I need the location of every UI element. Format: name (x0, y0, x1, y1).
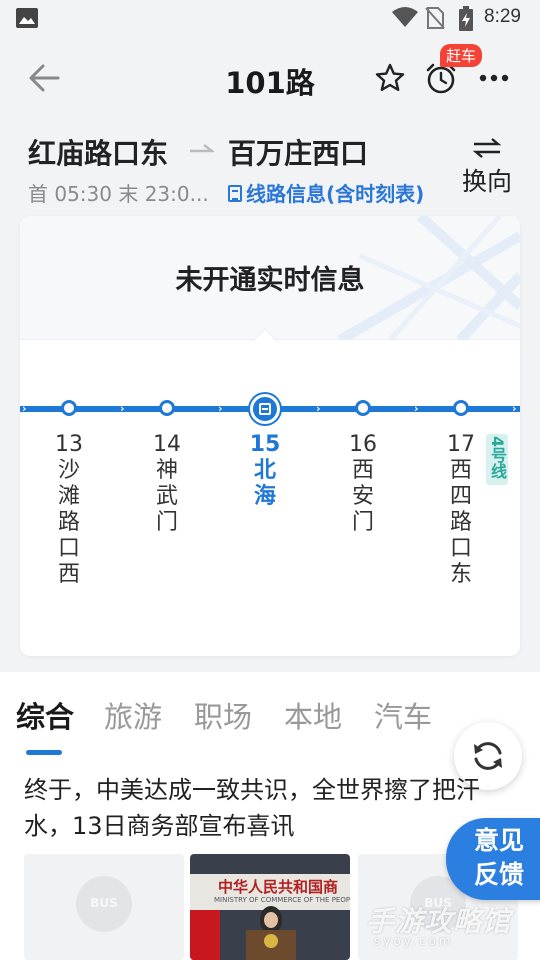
stop-dot[interactable] (355, 400, 371, 416)
stop-name-char: 门 (351, 510, 374, 535)
destination-stop: 百万庄西口 (228, 137, 369, 170)
stop-number: 16 (349, 432, 377, 457)
refresh-icon (474, 742, 502, 770)
chevron-right-icon: › (120, 402, 125, 415)
route-header: 红庙路口东 百万庄西口 首 05:30 末 23:0... 线路信息(含时刻表)… (0, 120, 540, 216)
stop-name-char: 四 (449, 484, 472, 509)
stop-name-char: 西 (351, 458, 374, 483)
news-tabs: 综合 旅游 职场 本地 汽车 (0, 688, 540, 755)
tab-local[interactable]: 本地 (284, 694, 342, 736)
chevron-right-icon: › (414, 402, 419, 415)
swap-direction-button[interactable]: 换向 (452, 132, 522, 212)
direction-arrow-icon (190, 144, 214, 153)
stop-dot[interactable] (159, 400, 175, 416)
wifi-icon (392, 7, 418, 27)
realtime-status-message: 未开通实时信息 (175, 265, 365, 296)
no-sim-icon (425, 7, 445, 29)
origin-stop: 红庙路口东 (28, 137, 169, 170)
chevron-right-icon: › (22, 402, 27, 415)
feedback-button[interactable]: 意见 反馈 (446, 818, 540, 900)
status-time: 8:29 (484, 6, 521, 27)
active-tab-indicator (26, 750, 62, 755)
tab-workplace[interactable]: 职场 (194, 694, 252, 736)
route-stops-card: 未开通实时信息 › › › › › › 13 沙滩路口西 14 神武门 15 北海 16 西安… (20, 216, 520, 656)
stop-name-char: 武 (155, 484, 178, 509)
stop-name-char: 西 (449, 458, 472, 483)
line-info-link[interactable]: 线路信息(含时刻表) (228, 178, 424, 207)
stop-number: 15 (249, 432, 281, 457)
feedback-label-line1: 意见 (473, 826, 524, 855)
document-icon (228, 185, 242, 202)
swap-arrows-icon (472, 138, 502, 158)
top-bar: 101路 赶车 (0, 36, 540, 120)
stop-name-char: 沙 (57, 458, 80, 483)
stop-label[interactable]: 13 沙滩路口西 (49, 432, 89, 588)
current-stop-marker[interactable] (250, 394, 280, 424)
swap-direction-label: 换向 (461, 167, 512, 196)
bus-pin-label: BUS (90, 896, 118, 910)
status-bar: 8:29 (0, 0, 540, 36)
chevron-right-icon: › (218, 402, 223, 415)
stop-label[interactable]: 17 西四路口东 (441, 432, 481, 588)
stop-name-char: 口 (449, 536, 472, 561)
chevron-right-icon: › (512, 402, 517, 415)
stop-name-char: 路 (57, 510, 80, 535)
chevron-right-icon: › (316, 402, 321, 415)
stop-label[interactable]: 16 西安门 (343, 432, 383, 536)
news-thumbnail-placeholder[interactable]: BUS (24, 854, 184, 960)
battery-charging-icon (459, 6, 473, 31)
speaker-face (264, 912, 278, 928)
flag (190, 910, 220, 960)
stop-name-char: 神 (155, 458, 178, 483)
favorite-star-button[interactable] (374, 62, 406, 94)
photo-banner-subtext: MINISTRY OF COMMERCE OF THE PEOPLE'S REP… (214, 896, 350, 904)
more-menu-button[interactable] (478, 66, 510, 90)
tab-auto[interactable]: 汽车 (374, 694, 432, 736)
bus-stop-icon (259, 403, 271, 415)
stop-name-char: 海 (253, 484, 276, 509)
service-times: 首 05:30 末 23:0... (28, 182, 209, 206)
tab-general[interactable]: 综合 (16, 694, 74, 736)
realtime-panel: 未开通实时信息 (20, 216, 520, 340)
stop-number: 14 (153, 432, 181, 457)
stop-name-char: 安 (351, 484, 374, 509)
stop-label[interactable]: 14 神武门 (147, 432, 187, 536)
stop-name-char: 西 (57, 562, 80, 587)
metro-line-tag: 4号线 (486, 434, 508, 486)
gallery-icon (16, 8, 38, 28)
metro-line-label: 4号线 (488, 436, 507, 480)
news-thumbnail-photo[interactable]: 中华人民共和国商 MINISTRY OF COMMERCE OF THE PEO… (190, 854, 350, 960)
news-headline[interactable]: 终于，中美达成一致共识，全世界擦了把汗水，13日商务部宣布喜讯 (24, 772, 524, 844)
stop-name-char: 门 (155, 510, 178, 535)
stop-name-char: 口 (57, 536, 80, 561)
watermark-sub: syoy.com (374, 934, 454, 948)
stop-label[interactable]: 15 北海 (245, 432, 285, 510)
photo-banner-text: 中华人民共和国商 (218, 878, 339, 896)
catch-bus-badge[interactable]: 赶车 (440, 44, 483, 67)
stop-number: 17 (447, 432, 475, 457)
stop-name-char: 滩 (57, 484, 80, 509)
stop-name-char: 东 (449, 562, 472, 587)
bus-pin-icon: BUS (76, 876, 132, 932)
stop-number: 13 (55, 432, 83, 457)
stop-dot[interactable] (61, 400, 77, 416)
stop-name-char: 北 (253, 458, 276, 483)
alarm-clock-button[interactable] (424, 62, 458, 96)
tab-travel[interactable]: 旅游 (104, 694, 162, 736)
feedback-label-line2: 反馈 (473, 860, 524, 889)
stop-name-char: 路 (449, 510, 472, 535)
emblem-icon (264, 934, 278, 948)
stop-dot[interactable] (453, 400, 469, 416)
line-info-label: 线路信息(含时刻表) (246, 182, 425, 206)
